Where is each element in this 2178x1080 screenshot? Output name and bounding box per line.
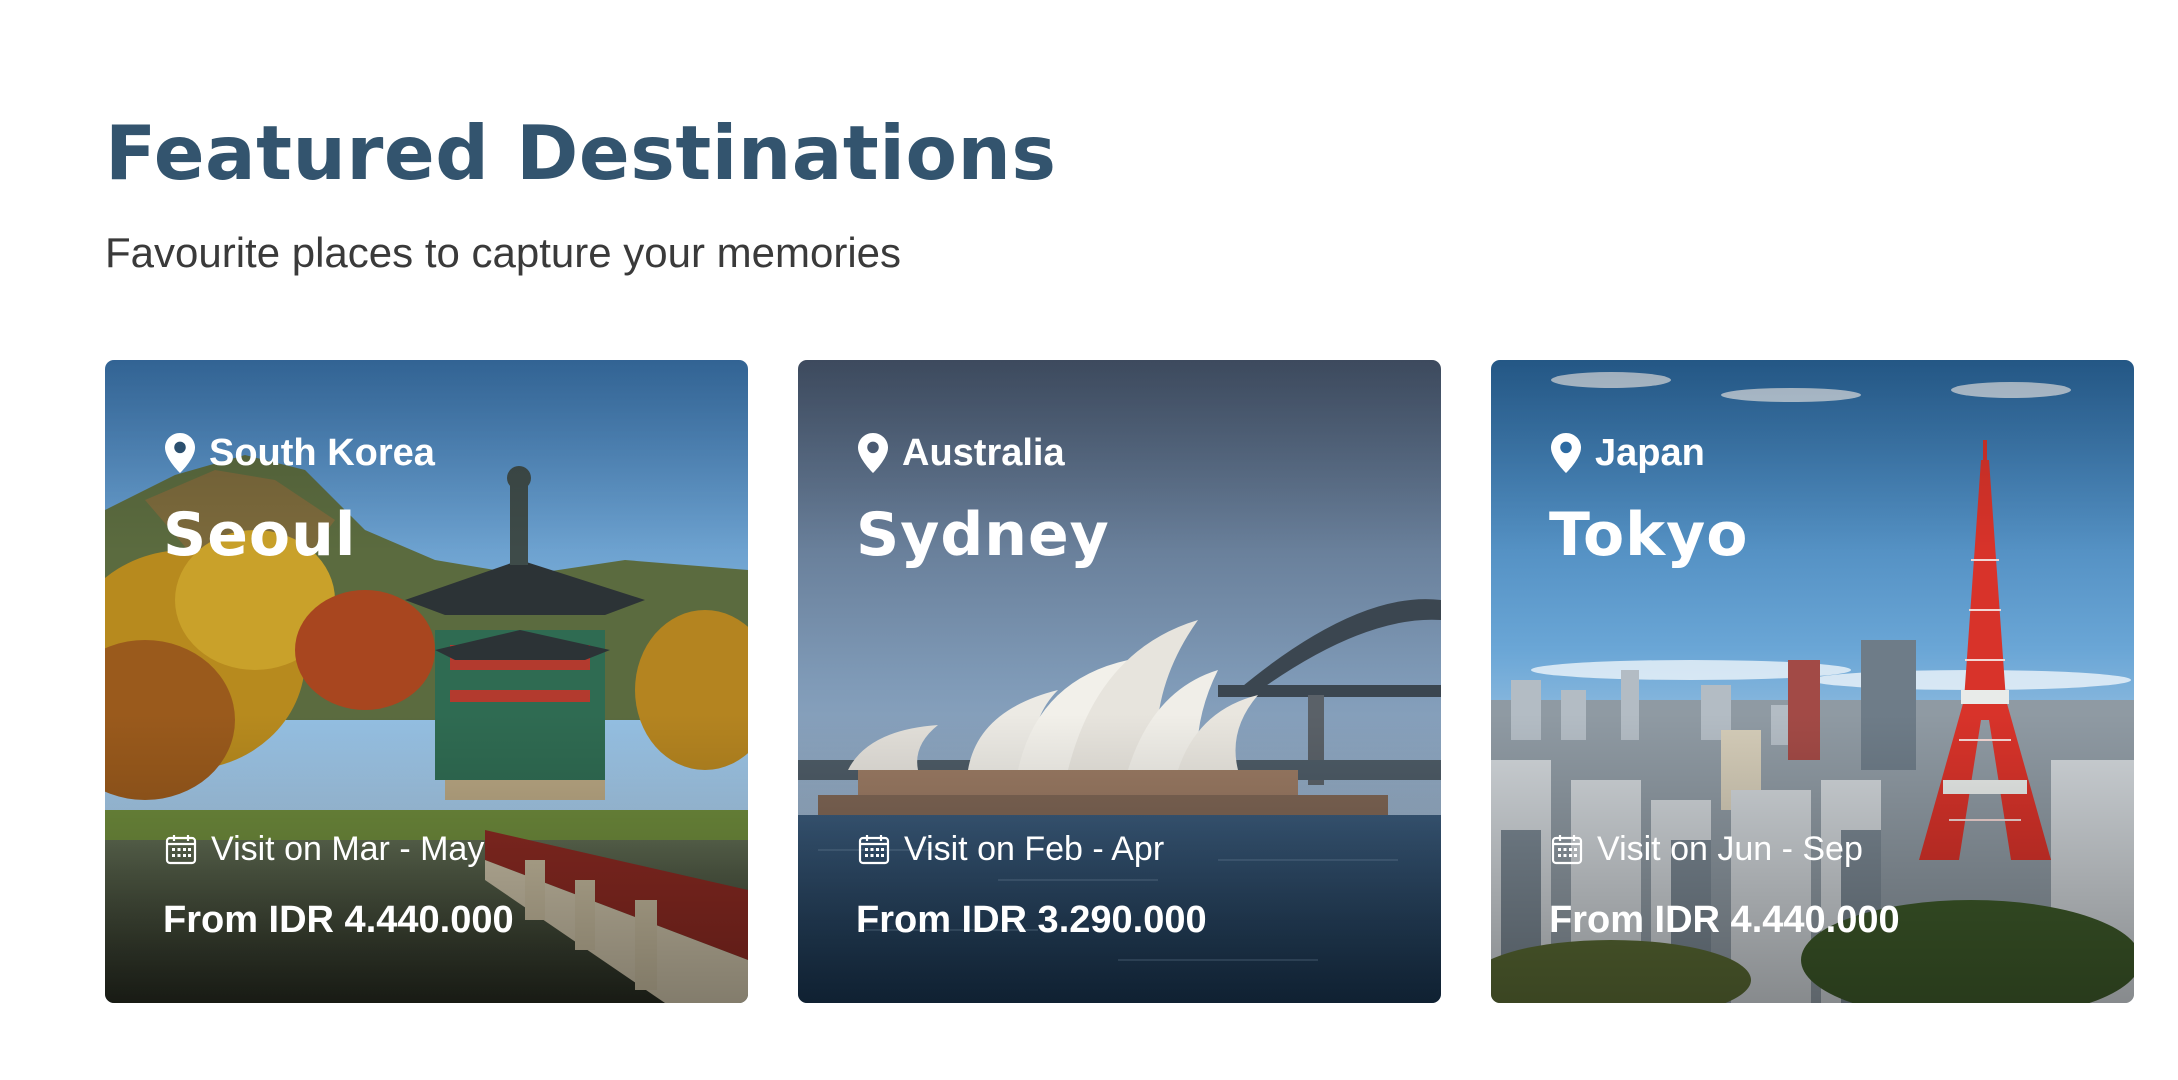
map-pin-icon [1551, 433, 1581, 473]
card-city: Sydney [856, 500, 1110, 570]
card-city: Tokyo [1549, 500, 1749, 570]
section-title: Featured Destinations [105, 109, 1057, 197]
destination-card-tokyo[interactable]: Japan Tokyo Visit on Jun - Sep From IDR … [1491, 360, 2134, 1003]
card-country: Japan [1551, 428, 1705, 478]
section-subtitle: Favourite places to capture your memorie… [105, 229, 902, 276]
country-label: Japan [1595, 431, 1705, 474]
map-pin-icon [858, 433, 888, 473]
card-country: South Korea [165, 428, 435, 478]
card-price: From IDR 4.440.000 [163, 899, 514, 941]
card-visit-period: Visit on Jun - Sep [1551, 824, 1863, 874]
calendar-icon [858, 835, 890, 865]
visit-label: Visit on Mar - May [211, 829, 485, 868]
card-city: Seoul [163, 500, 357, 570]
calendar-icon [165, 835, 197, 865]
card-visit-period: Visit on Mar - May [165, 824, 484, 874]
destination-cards: South Korea Seoul Visit on Mar - May Fro… [105, 360, 2135, 1003]
featured-destinations-section: Featured Destinations Favourite places t… [105, 0, 2178, 1080]
card-price: From IDR 3.290.000 [856, 899, 1207, 941]
country-label: South Korea [209, 431, 435, 474]
calendar-icon [1551, 835, 1583, 865]
map-pin-icon [165, 433, 195, 473]
card-visit-period: Visit on Feb - Apr [858, 824, 1164, 874]
country-label: Australia [902, 431, 1065, 474]
destination-card-seoul[interactable]: South Korea Seoul Visit on Mar - May Fro… [105, 360, 748, 1003]
visit-label: Visit on Jun - Sep [1597, 829, 1863, 868]
card-price: From IDR 4.440.000 [1549, 899, 1900, 941]
destination-card-sydney[interactable]: Australia Sydney Visit on Feb - Apr From… [798, 360, 1441, 1003]
card-country: Australia [858, 428, 1065, 478]
visit-label: Visit on Feb - Apr [904, 829, 1165, 868]
